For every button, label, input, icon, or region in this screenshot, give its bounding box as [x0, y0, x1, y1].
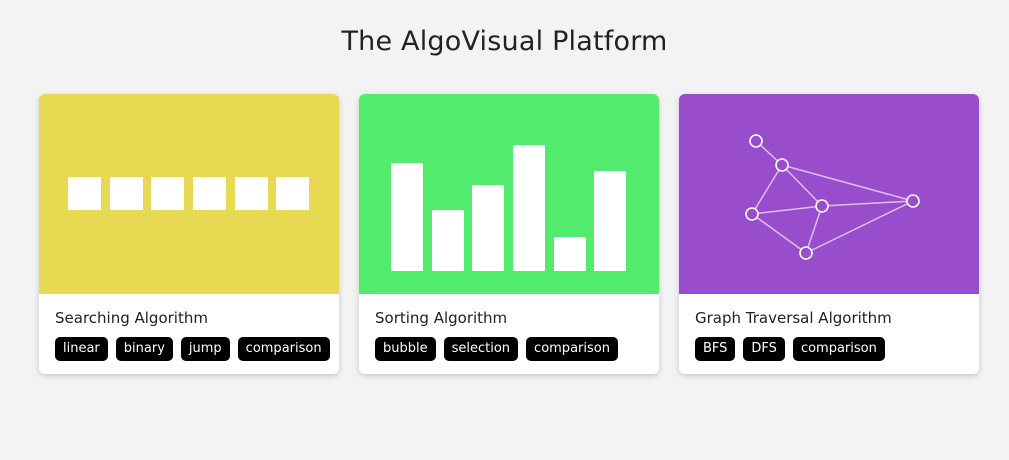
tag-linear[interactable]: linear — [55, 337, 108, 361]
card-graph-traversal-algorithm[interactable]: Graph Traversal Algorithm BFS DFS compar… — [679, 94, 979, 374]
sort-bar — [554, 237, 586, 271]
graph-edge — [781, 164, 914, 202]
graph-node — [749, 134, 763, 148]
graph-edge — [751, 213, 807, 254]
bar-columns-illustration — [391, 145, 626, 271]
tag-selection[interactable]: selection — [443, 337, 519, 361]
tag-comparison[interactable]: comparison — [237, 337, 330, 361]
tag-list: linear binary jump comparison — [55, 337, 330, 361]
tag-comparison[interactable]: comparison — [526, 337, 618, 361]
card-sorting-algorithm[interactable]: Sorting Algorithm bubble selection compa… — [359, 94, 659, 374]
sort-bar — [472, 185, 504, 271]
card-title: Graph Traversal Algorithm — [695, 309, 892, 327]
tag-bubble[interactable]: bubble — [375, 337, 436, 361]
page-title: The AlgoVisual Platform — [341, 26, 668, 57]
array-boxes-illustration — [68, 177, 309, 210]
array-box — [151, 177, 184, 210]
searching-visual — [39, 94, 339, 294]
graph-edge — [751, 205, 823, 215]
card-searching-algorithm[interactable]: Searching Algorithm linear binary jump c… — [39, 94, 339, 374]
node-graph-illustration — [745, 134, 920, 260]
graph-node — [815, 199, 829, 213]
graph-edge — [821, 200, 914, 207]
algorithm-card-list: Searching Algorithm linear binary jump c… — [39, 94, 979, 374]
array-box — [68, 177, 101, 210]
sort-bar — [594, 171, 626, 271]
graph-node — [745, 207, 759, 221]
sort-bar — [513, 145, 545, 271]
sort-bar — [391, 163, 423, 271]
graph-node — [775, 158, 789, 172]
graph-visual — [679, 94, 979, 294]
card-title: Sorting Algorithm — [375, 309, 508, 327]
array-box — [193, 177, 226, 210]
sorting-visual — [359, 94, 659, 294]
graph-edge — [751, 164, 783, 215]
tag-jump[interactable]: jump — [180, 337, 230, 361]
array-box — [276, 177, 309, 210]
tag-dfs[interactable]: DFS — [743, 337, 785, 361]
sort-bar — [432, 210, 464, 271]
tag-list: BFS DFS comparison — [695, 337, 963, 361]
tag-list: bubble selection comparison — [375, 337, 643, 361]
array-box — [235, 177, 268, 210]
graph-node — [906, 194, 920, 208]
tag-binary[interactable]: binary — [115, 337, 173, 361]
graph-node — [799, 246, 813, 260]
card-title: Searching Algorithm — [55, 309, 208, 327]
array-box — [110, 177, 143, 210]
tag-bfs[interactable]: BFS — [695, 337, 736, 361]
tag-comparison[interactable]: comparison — [792, 337, 885, 361]
